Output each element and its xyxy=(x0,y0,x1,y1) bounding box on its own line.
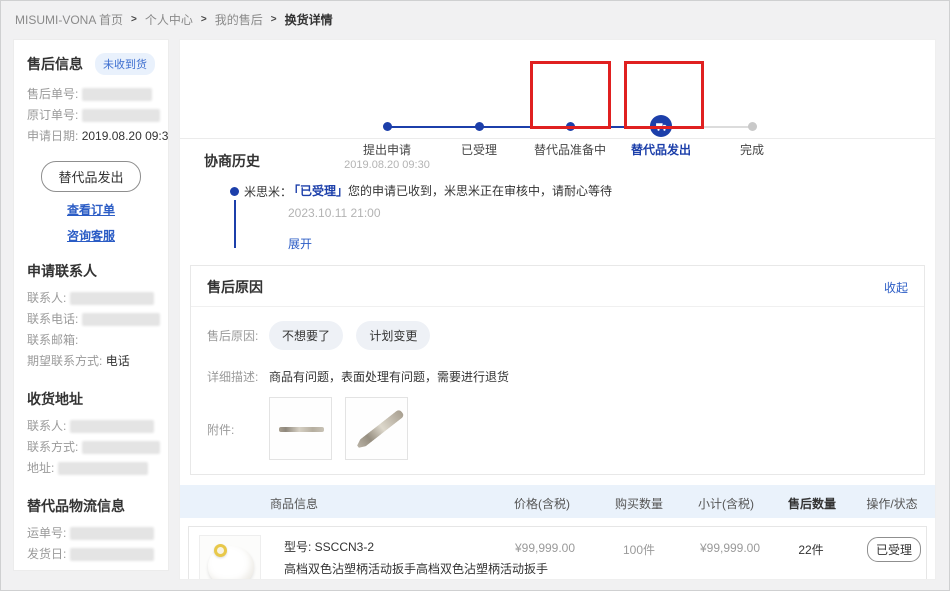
drill-bit-image xyxy=(279,427,324,432)
timeline-dot xyxy=(230,187,239,196)
field-original-order-no: 原订单号: xyxy=(27,105,155,126)
progress-stepper: 提出申请 2019.08.20 09:30 已受理 替代品准备中 替代品发出 完… xyxy=(180,40,935,139)
view-logistics-link[interactable]: 查看物流 xyxy=(27,568,75,571)
expand-link[interactable]: 展开 xyxy=(288,235,312,252)
field-order-no: 售后单号: xyxy=(27,84,155,105)
redacted-value xyxy=(82,109,160,122)
redacted-value xyxy=(82,313,160,326)
after-sales-info-panel: 售后信息 未收到货 售后单号: 原订单号: 申请日期: 2019.08.20 0… xyxy=(13,39,169,571)
field-contact-name: 联系人: xyxy=(27,288,155,309)
red-annotation-box-shipped xyxy=(624,61,704,129)
product-name: 高档双色沾塑柄活动扳手高档双色沾塑柄活动扳手 xyxy=(284,560,548,577)
breadcrumb-my-after-sales[interactable]: 我的售后 xyxy=(215,11,263,28)
reason-tag: 不想要了 xyxy=(269,321,343,350)
breadcrumb-personal-center[interactable]: 个人中心 xyxy=(145,11,193,28)
col-quantity: 购买数量 xyxy=(615,495,663,512)
field-contact-email: 联系邮箱: xyxy=(27,330,155,351)
field-receiver-address: 地址: xyxy=(27,458,155,479)
cell-price: ¥99,999.00 xyxy=(515,541,575,555)
reason-description-row: 详细描述: 商品有问题，表面处理有问题，需要进行退货 xyxy=(207,362,908,385)
view-order-link[interactable]: 查看订单 xyxy=(27,201,155,218)
history-item: 米思米： 「已受理」您的申请已收到，米思米正在审核中，请耐心等待 2023.10… xyxy=(204,183,911,225)
breadcrumb-separator: > xyxy=(201,14,207,25)
after-sales-reason-section: 售后原因 收起 售后原因: 不想要了 计划变更 详细描述: 商品有问题，表面处理… xyxy=(190,265,925,475)
redacted-value xyxy=(70,292,154,305)
cell-after-sales-qty: 22件 xyxy=(798,541,823,558)
redacted-value xyxy=(70,420,154,433)
collapse-link[interactable]: 收起 xyxy=(884,279,908,296)
redacted-value xyxy=(82,88,152,101)
history-timestamp: 2023.10.11 21:00 xyxy=(288,206,911,220)
attachment-thumbnail-1[interactable] xyxy=(269,397,332,460)
redacted-value xyxy=(82,441,160,454)
breadcrumb-separator: > xyxy=(131,14,137,25)
field-ship-date: 发货日: xyxy=(27,544,155,565)
reason-tags-row: 售后原因: 不想要了 计划变更 xyxy=(207,321,908,350)
field-tracking-no: 运单号: xyxy=(27,523,155,544)
cell-subtotal: ¥99,999.00 xyxy=(700,541,760,555)
drill-bit-image xyxy=(355,409,405,451)
address-section-title: 收货地址 xyxy=(27,389,155,409)
field-apply-date: 申请日期: 2019.08.20 09:30 xyxy=(27,126,155,147)
redacted-value xyxy=(70,527,154,540)
field-preferred-contact: 期望联系方式: 电话 xyxy=(27,351,155,372)
status-badge: 未收到货 xyxy=(95,53,155,75)
main-content: 提出申请 2019.08.20 09:30 已受理 替代品准备中 替代品发出 完… xyxy=(179,39,936,580)
history-message: 「已受理」您的申请已收到，米思米正在审核中，请耐心等待 xyxy=(288,183,911,200)
reason-title: 售后原因 xyxy=(207,277,263,297)
after-sales-detail-page: MISUMI-VONA 首页 > 个人中心 > 我的售后 > 换货详情 售后信息… xyxy=(0,0,950,591)
step-dot xyxy=(475,122,484,131)
timeline-line xyxy=(234,200,236,248)
col-price: 价格(含税) xyxy=(514,495,570,512)
history-status-tag: 「已受理」 xyxy=(288,184,348,198)
field-receiver-name: 联系人: xyxy=(27,416,155,437)
red-annotation-box-preparing xyxy=(530,61,611,129)
attachments-row: 附件: xyxy=(207,397,908,460)
logistics-section-title: 替代品物流信息 xyxy=(27,496,155,516)
contact-service-link[interactable]: 咨询客服 xyxy=(27,227,155,244)
contact-section-title: 申请联系人 xyxy=(27,261,155,281)
field-receiver-phone: 联系方式: xyxy=(27,437,155,458)
field-contact-phone: 联系电话: xyxy=(27,309,155,330)
breadcrumb-home[interactable]: MISUMI-VONA 首页 xyxy=(15,11,123,28)
stepper-track-completed xyxy=(387,126,661,128)
product-table-row: 型号: SSCCN3-2 高档双色沾塑柄活动扳手高档双色沾塑柄活动扳手 史丹利(… xyxy=(188,526,927,580)
step-timestamp: 2019.08.20 09:30 xyxy=(317,159,457,171)
product-image[interactable] xyxy=(199,535,261,580)
col-subtotal: 小计(含税) xyxy=(698,495,754,512)
redacted-value xyxy=(70,548,154,561)
status-pill-accepted: 已受理 xyxy=(867,537,921,562)
product-table-header: 商品信息 价格(含税) 购买数量 小计(含税) 售后数量 操作/状态 xyxy=(180,485,935,518)
substitute-shipped-button[interactable]: 替代品发出 xyxy=(41,161,140,192)
redacted-value xyxy=(58,462,148,475)
mask-valve-ring xyxy=(214,544,227,557)
breadcrumb: MISUMI-VONA 首页 > 个人中心 > 我的售后 > 换货详情 xyxy=(15,11,333,28)
breadcrumb-exchange-detail: 换货详情 xyxy=(285,11,333,28)
col-after-sales-qty: 售后数量 xyxy=(788,495,836,512)
cell-quantity: 100件 xyxy=(623,541,655,558)
product-model: 型号: SSCCN3-2 xyxy=(284,538,548,555)
panel-title: 售后信息 xyxy=(27,54,83,74)
step-dot xyxy=(748,122,757,131)
reason-tag: 计划变更 xyxy=(356,321,430,350)
attachment-thumbnail-2[interactable] xyxy=(345,397,408,460)
reason-description: 商品有问题，表面处理有问题，需要进行退货 xyxy=(269,362,509,385)
col-action-status: 操作/状态 xyxy=(866,495,917,512)
breadcrumb-separator: > xyxy=(271,14,277,25)
step-dot xyxy=(383,122,392,131)
col-product-info: 商品信息 xyxy=(270,495,318,512)
history-author: 米思米： xyxy=(244,183,292,200)
